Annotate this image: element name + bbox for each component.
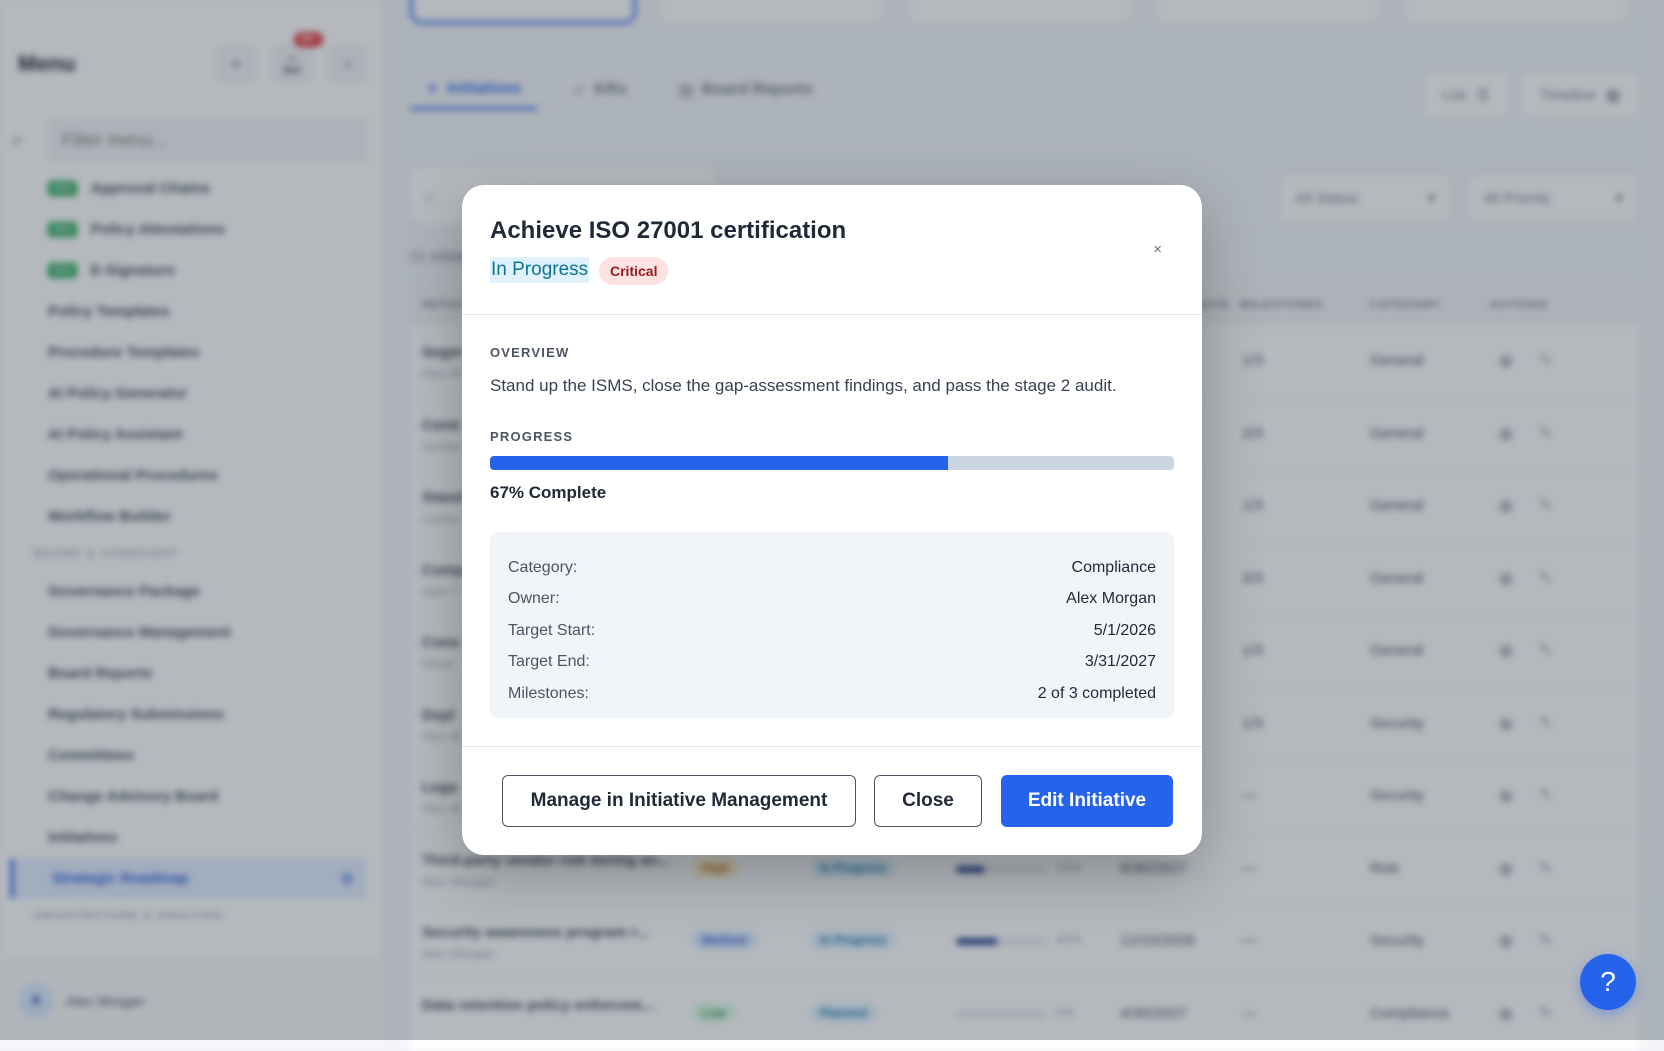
edit-initiative-button[interactable]: Edit Initiative <box>1001 775 1173 827</box>
detail-value: 5/1/2026 <box>1094 622 1156 640</box>
progress-text: 67% Complete <box>490 483 606 503</box>
progress-label: PROGRESS <box>490 429 573 444</box>
detail-key: Milestones: <box>508 685 589 703</box>
overview-label: OVERVIEW <box>490 345 569 360</box>
modal-title: Achieve ISO 27001 certification <box>490 217 846 245</box>
detail-row: Target Start: 5/1/2026 <box>508 615 1156 647</box>
modal-header: Achieve ISO 27001 certification In Progr… <box>462 185 1202 315</box>
detail-row: Owner: Alex Morgan <box>508 584 1156 616</box>
detail-row: Milestones: 2 of 3 completed <box>508 678 1156 710</box>
help-icon: ? <box>1600 966 1616 998</box>
detail-key: Category: <box>508 559 577 577</box>
detail-row: Category: Compliance <box>508 552 1156 584</box>
initiative-detail-modal: Achieve ISO 27001 certification In Progr… <box>462 185 1202 855</box>
close-icon[interactable]: × <box>1153 241 1162 258</box>
progress-bar <box>490 456 1174 470</box>
detail-key: Owner: <box>508 590 560 608</box>
status-badge: In Progress <box>490 257 589 283</box>
details-panel: Category: Compliance Owner: Alex Morgan Targ… <box>490 532 1174 718</box>
detail-key: Target Start: <box>508 622 595 640</box>
detail-value: Alex Morgan <box>1066 590 1156 608</box>
modal-footer: Manage in Initiative Management Close Ed… <box>462 746 1202 855</box>
overview-text: Stand up the ISMS, close the gap-assessm… <box>490 376 1117 396</box>
help-button[interactable]: ? <box>1580 954 1636 1010</box>
detail-key: Target End: <box>508 653 590 671</box>
detail-value: Compliance <box>1072 559 1156 577</box>
priority-badge: Critical <box>599 257 668 285</box>
progress-bar-fill <box>490 456 948 470</box>
close-button[interactable]: Close <box>874 775 982 827</box>
detail-value: 2 of 3 completed <box>1038 685 1156 703</box>
detail-value: 3/31/2027 <box>1085 653 1156 671</box>
manage-initiative-button[interactable]: Manage in Initiative Management <box>502 775 856 827</box>
detail-row: Target End: 3/31/2027 <box>508 647 1156 679</box>
